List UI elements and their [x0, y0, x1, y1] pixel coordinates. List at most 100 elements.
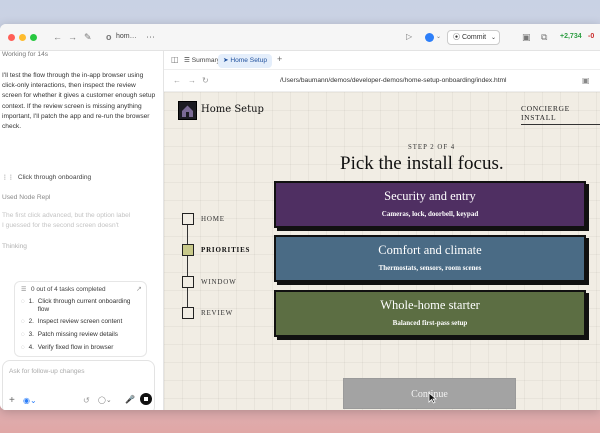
new-tab-icon[interactable]: + — [277, 54, 282, 64]
faded-progress-text: The first click advanced, but the option… — [2, 212, 131, 230]
task-number: 4. — [28, 344, 34, 351]
cursor-arrow-icon: ➤ — [223, 57, 229, 64]
url-bar: ← → ↻ /Users/baumann/demos/developer-dem… — [164, 70, 600, 92]
task-status-icon: ◌ — [21, 344, 25, 351]
task-item: ◌ 3. Patch missing review details — [21, 331, 118, 339]
option-subtitle: Thermostats, sensors, room scenes — [378, 264, 482, 272]
chevron-down-icon[interactable]: ⌄ — [436, 32, 441, 42]
settings-icon[interactable]: ◯⌄ — [98, 396, 112, 404]
step-review-marker[interactable] — [182, 307, 194, 319]
commit-label: Commit — [461, 34, 487, 41]
zoom-window-button[interactable] — [30, 34, 37, 41]
commit-icon: ⦿ — [453, 34, 462, 41]
tab-label: Home Setup — [230, 57, 268, 64]
task-status-icon: ◌ — [21, 318, 25, 325]
address-field[interactable]: /Users/baumann/demos/developer-demos/hom… — [280, 77, 507, 84]
agent-mode-icon[interactable]: ◉⌄ — [23, 396, 37, 405]
option-title: Whole-home starter — [380, 298, 480, 312]
option-title: Security and entry — [384, 189, 476, 203]
forward-icon[interactable]: → — [68, 32, 77, 42]
task-item: ◌ 4. Verify fixed flow in browser — [21, 344, 113, 352]
house-icon — [182, 105, 193, 117]
action-row[interactable]: ⋮⋮ Click through onboarding — [2, 173, 91, 183]
forward-icon[interactable]: → — [188, 76, 196, 85]
list-icon: ☰ — [21, 287, 27, 293]
back-icon[interactable]: ← — [53, 32, 62, 42]
tool-label[interactable]: Used Node Repl — [2, 193, 50, 203]
concierge-install-link[interactable]: CONCIERGE INSTALL — [521, 104, 600, 125]
step-priorities-label[interactable]: PRIORITIES — [201, 246, 250, 254]
home-setup-app: Home Setup CONCIERGE INSTALL STEP 2 OF 4… — [164, 92, 600, 410]
app-window: ← → ✎ o hom… ⋯ ▷ ⌄ ⦿ Commit ⌄ ▣ ⧉ +2,734… — [0, 24, 600, 410]
expand-icon[interactable]: ↗ — [136, 285, 142, 293]
chevron-down-icon: ⌄ — [491, 35, 497, 41]
step-review-label[interactable]: REVIEW — [201, 309, 233, 317]
play-icon[interactable]: ▷ — [406, 32, 412, 42]
task-list: ☰ 0 out of 4 tasks completed ↗ ◌ 1. Clic… — [14, 281, 147, 357]
loading-icon: ↺ — [83, 396, 90, 405]
tab-home-setup[interactable]: ➤ Home Setup — [218, 54, 273, 68]
diff-removed-count[interactable]: -0 — [588, 33, 594, 40]
task-item: ◌ 1. Click through current onboarding fl… — [21, 298, 138, 314]
task-status-icon: ◌ — [21, 298, 25, 305]
reload-icon[interactable]: ↻ — [202, 76, 209, 85]
task-text: Verify fixed flow in browser — [37, 344, 114, 351]
mouse-cursor-icon — [428, 392, 437, 404]
step-home-label[interactable]: HOME — [201, 215, 225, 223]
add-icon[interactable]: + — [9, 395, 15, 406]
brand-title: Home Setup — [201, 104, 264, 115]
option-subtitle: Cameras, lock, doorbell, keypad — [381, 210, 479, 218]
task-text: Click through current onboarding flow — [37, 298, 131, 313]
step-window-marker[interactable] — [182, 276, 194, 288]
page-title: Pick the install focus. — [340, 153, 504, 174]
step-indicator: STEP 2 OF 4 — [408, 144, 456, 151]
browser-pane: ◫ ☰ Summary ➤ Home Setup + ← → ↻ /Users/… — [163, 51, 600, 410]
task-number: 1. — [28, 298, 34, 305]
commit-button[interactable]: ⦿ Commit ⌄ — [447, 30, 500, 45]
tab-label: Summary — [191, 57, 220, 64]
tab-bar: ◫ ☰ Summary ➤ Home Setup + — [164, 51, 600, 70]
option-card-whole-home[interactable]: Whole-home starter Balanced first-pass s… — [274, 290, 586, 337]
task-number: 2. — [28, 318, 34, 325]
tasks-header: 0 out of 4 tasks completed — [31, 286, 106, 293]
title-bar: ← → ✎ o hom… ⋯ ▷ ⌄ ⦿ Commit ⌄ ▣ ⧉ +2,734… — [0, 24, 600, 51]
new-chat-icon[interactable]: ✎ — [84, 32, 92, 42]
stop-icon — [144, 397, 148, 401]
diff-added-count[interactable]: +2,734 — [560, 33, 582, 40]
workspace-icon[interactable]: o — [106, 32, 112, 42]
stop-button[interactable] — [140, 393, 152, 405]
task-number: 3. — [28, 331, 34, 338]
microphone-icon[interactable]: 🎤 — [125, 395, 135, 404]
task-item: ◌ 2. Inspect review screen content — [21, 318, 122, 326]
option-card-comfort[interactable]: Comfort and climate Thermostats, sensors… — [274, 235, 586, 282]
step-window-label[interactable]: WINDOW — [201, 278, 237, 286]
back-icon[interactable]: ← — [173, 76, 181, 85]
action-label: Click through onboarding — [17, 174, 92, 181]
task-text: Patch missing review details — [37, 331, 118, 338]
terminal-icon[interactable]: ▣ — [522, 32, 531, 42]
task-status-icon: ◌ — [21, 331, 25, 338]
working-status: Working for 14s — [2, 51, 49, 58]
step-home-marker[interactable] — [182, 213, 194, 225]
close-window-button[interactable] — [8, 34, 15, 41]
screenshot-icon[interactable]: ▣ — [582, 76, 590, 85]
option-title: Comfort and climate — [378, 243, 482, 257]
minimize-window-button[interactable] — [19, 34, 26, 41]
composer-input[interactable]: Ask for follow-up changes — [9, 368, 85, 375]
home-logo-icon — [178, 101, 197, 120]
sidebar-toggle-icon[interactable]: ◫ — [171, 55, 179, 64]
step-nav-line — [187, 219, 188, 315]
assistant-message: I'll test the flow through the in-app br… — [2, 72, 156, 131]
chat-panel: Working for 14s I'll test the flow throu… — [0, 51, 163, 410]
grid-icon: ⋮⋮ — [2, 175, 14, 181]
project-label[interactable]: hom… — [116, 33, 137, 40]
composer[interactable]: Ask for follow-up changes + ◉⌄ ↺ ◯⌄ 🎤 — [2, 360, 155, 410]
step-priorities-marker[interactable] — [182, 244, 194, 256]
option-subtitle: Balanced first-pass setup — [392, 319, 468, 327]
copy-icon[interactable]: ⧉ — [541, 32, 547, 42]
app-switcher-icon[interactable] — [425, 33, 434, 42]
more-icon[interactable]: ⋯ — [146, 32, 155, 42]
task-text: Inspect review screen content — [37, 318, 123, 325]
thinking-label: Thinking — [2, 243, 27, 250]
option-card-security[interactable]: Security and entry Cameras, lock, doorbe… — [274, 181, 586, 228]
